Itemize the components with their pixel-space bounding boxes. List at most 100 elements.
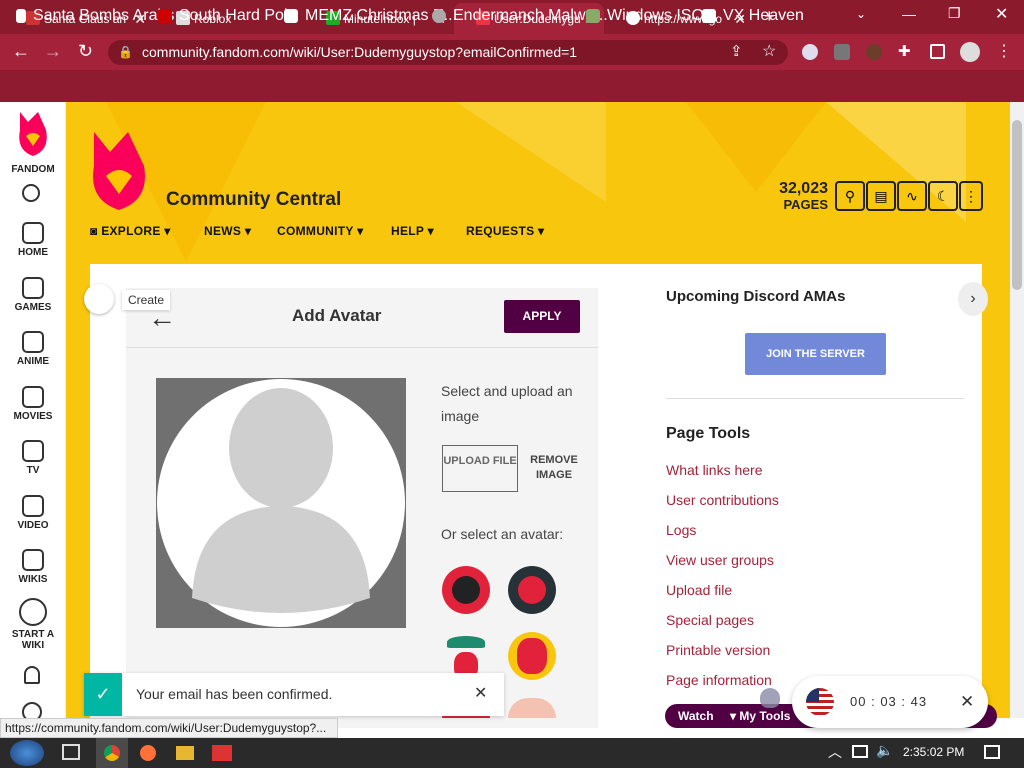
tab-search-icon[interactable]: ⌄ <box>856 7 866 21</box>
url-input[interactable]: community.fandom.com/wiki/User:Dudemyguy… <box>108 40 788 65</box>
nav-explore[interactable]: ◙ EXPLORE ▾ <box>90 224 171 238</box>
apply-button[interactable]: APPLY <box>504 300 580 333</box>
join-server-button[interactable]: JOIN THE SERVER <box>745 333 886 375</box>
upload-file-button[interactable]: UPLOAD FILE <box>442 445 518 492</box>
plus-circle-icon <box>19 598 47 626</box>
link-page-information[interactable]: Page information <box>666 672 772 688</box>
nav-community[interactable]: COMMUNITY ▾ <box>277 224 363 238</box>
bookmark-item[interactable]: South Hard Pole <box>158 7 296 25</box>
link-logs[interactable]: Logs <box>666 522 696 538</box>
avatar-option-ninja-black[interactable] <box>442 566 490 614</box>
nav-requests[interactable]: REQUESTS ▾ <box>466 224 544 238</box>
gamepad-icon <box>22 277 44 299</box>
clapperboard-icon <box>22 386 44 408</box>
reload-icon[interactable]: ↻ <box>78 41 93 62</box>
share-icon[interactable]: ⇪ <box>730 42 743 60</box>
sidebar-item-movies[interactable]: MOVIES <box>0 386 66 422</box>
tv-icon <box>22 440 44 462</box>
carousel-next-icon[interactable]: › <box>958 282 988 316</box>
taskbar-app-icon[interactable] <box>212 745 232 761</box>
page-tools-title: Page Tools <box>666 425 751 442</box>
taskbar-explorer-icon[interactable] <box>176 746 194 760</box>
my-tools-button[interactable]: ▾ My Tools <box>730 709 790 723</box>
profile-icon[interactable] <box>960 42 980 62</box>
lock-icon[interactable]: 🔒 <box>118 45 133 59</box>
notifications-bell-icon[interactable] <box>24 666 40 684</box>
link-what-links-here[interactable]: What links here <box>666 462 762 478</box>
select-upload-text: Select and upload an image <box>441 383 573 424</box>
sidebar-item-tv[interactable]: TV <box>0 440 66 476</box>
taskbar-firefox-icon[interactable] <box>140 745 156 761</box>
link-user-contributions[interactable]: User contributions <box>666 492 779 508</box>
default-avatar-icon <box>157 379 405 627</box>
discord-ama-title: Upcoming Discord AMAs <box>666 288 846 305</box>
timer-close-icon[interactable]: ✕ <box>960 692 974 712</box>
action-center-icon[interactable] <box>984 745 1000 759</box>
avatar-option-hat-red[interactable] <box>508 632 556 680</box>
search-icon[interactable] <box>22 184 40 202</box>
back-arrow-icon[interactable]: ← <box>148 302 176 334</box>
sidebar-item-home[interactable]: HOME <box>0 222 66 258</box>
task-view-icon[interactable] <box>62 744 80 760</box>
bookmark-item[interactable]: VX Heaven <box>702 7 804 25</box>
community-central-logo-icon[interactable] <box>88 130 150 212</box>
taskbar-clock[interactable]: 2:35:02 PM <box>903 745 964 759</box>
play-icon <box>22 495 44 517</box>
restore-icon[interactable]: ❐ <box>948 5 961 22</box>
bookmark-item[interactable]: Windows ISOs <box>586 7 712 25</box>
dark-mode-moon-icon[interactable]: ☾ <box>928 181 958 211</box>
avatar-option-ninja-red[interactable] <box>508 566 556 614</box>
forward-icon[interactable]: → <box>44 41 62 62</box>
wiki-search-icon[interactable]: ⚲ <box>835 181 865 211</box>
checkmark-icon: ✓ <box>84 673 122 716</box>
back-icon[interactable]: ← <box>12 41 30 62</box>
minimize-icon[interactable]: — <box>902 6 916 22</box>
sidebar-item-games[interactable]: GAMES <box>0 277 66 313</box>
fandom-logo-icon[interactable] <box>16 110 50 158</box>
activity-icon[interactable]: ∿ <box>897 181 927 211</box>
link-special-pages[interactable]: Special pages <box>666 612 754 628</box>
taskbar-chrome[interactable] <box>96 738 128 768</box>
sidebar-item-anime[interactable]: ANIME <box>0 331 66 367</box>
bookmark-item[interactable]: Endermanch Malwa... <box>432 7 608 25</box>
sidebar-item-start-wiki[interactable]: START A WIKI <box>0 598 66 651</box>
close-window-icon[interactable]: ✕ <box>995 4 1008 24</box>
timer-readout: 00 : 03 : 43 <box>850 694 928 709</box>
menu-kebab-icon[interactable]: ⋮ <box>996 41 1012 61</box>
toast-close-icon[interactable]: ✕ <box>474 683 487 703</box>
book-icon <box>22 549 44 571</box>
extension-avatar-icon[interactable] <box>866 44 882 60</box>
bookmarks-bar <box>0 70 1024 102</box>
remove-image-button[interactable]: REMOVE IMAGE <box>526 453 582 483</box>
puzzle-icon[interactable]: ✚ <box>898 42 911 60</box>
create-button[interactable] <box>84 284 114 314</box>
discussions-icon[interactable]: ▤ <box>866 181 896 211</box>
or-select-avatar-text: Or select an avatar: <box>441 526 564 542</box>
sidepanel-icon[interactable] <box>930 44 945 59</box>
flame-mascot-icon <box>760 688 780 708</box>
nav-help[interactable]: HELP ▾ <box>391 224 434 238</box>
sidebar-item-video[interactable]: VIDEO <box>0 495 66 531</box>
more-options-icon[interactable]: ⋮ <box>959 181 983 211</box>
home-icon <box>22 222 44 244</box>
pages-count: 32,023 <box>779 180 828 197</box>
page-scrollbar[interactable] <box>1010 102 1024 718</box>
avatar-preview <box>156 378 406 628</box>
watch-button[interactable]: Watch <box>678 709 714 723</box>
wiki-name[interactable]: Community Central <box>166 189 341 211</box>
extension-s-icon[interactable] <box>834 44 850 60</box>
start-button-icon[interactable] <box>10 740 44 766</box>
fandom-brand-label: FANDOM <box>11 164 55 175</box>
network-icon[interactable] <box>852 745 868 758</box>
link-upload-file[interactable]: Upload file <box>666 582 732 598</box>
sidebar-item-wikis[interactable]: WIKIS <box>0 549 66 585</box>
link-status-url: https://community.fandom.com/wiki/User:D… <box>0 718 338 738</box>
volume-icon[interactable]: 🔈 <box>876 742 893 759</box>
extension-flag-icon[interactable] <box>802 44 818 60</box>
link-printable-version[interactable]: Printable version <box>666 642 770 658</box>
nav-news[interactable]: NEWS ▾ <box>204 224 251 238</box>
bookmark-star-icon[interactable]: ☆ <box>762 41 776 61</box>
tray-chevron-icon[interactable]: ︿ <box>828 742 842 762</box>
bookmark-item[interactable]: Santa Bombs Arabs <box>16 7 174 25</box>
link-view-user-groups[interactable]: View user groups <box>666 552 774 568</box>
